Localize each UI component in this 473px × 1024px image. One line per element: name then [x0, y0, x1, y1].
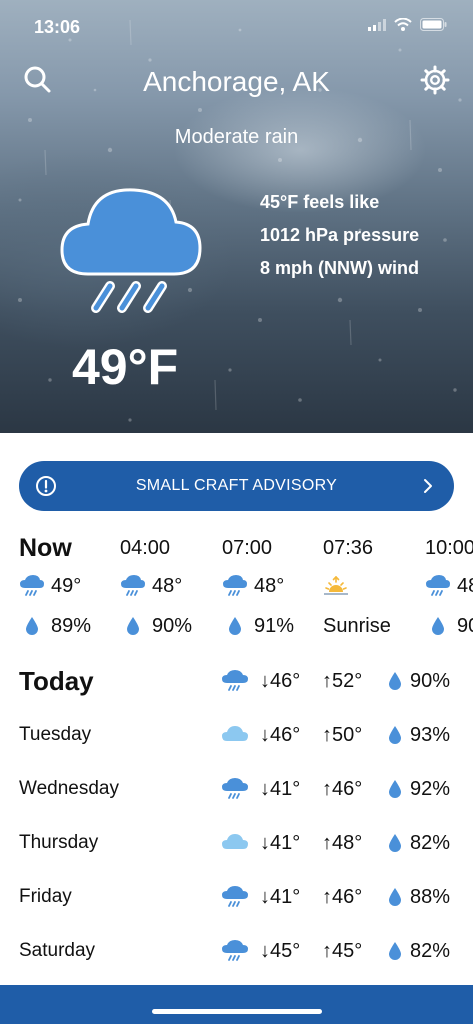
current-details: 45°F feels like 1012 hPa pressure 8 mph … [260, 186, 419, 285]
hour-time: 07:36 [323, 537, 374, 559]
hour-precip: 91% [254, 614, 295, 637]
hour-column: Now 49° 89% [19, 530, 119, 646]
signal-icon [368, 18, 386, 31]
day-row[interactable]: Tuesday ↓46° ↑50° 93% [0, 708, 473, 762]
status-icons [368, 18, 447, 31]
day-high: ↑50° [322, 724, 363, 746]
raindrop-icon [26, 617, 38, 635]
day-name: Today [19, 666, 94, 696]
rain-icon [20, 575, 44, 596]
rain-icon [222, 778, 248, 799]
day-high: ↑52° [322, 670, 363, 692]
top-bar: Anchorage, AK [0, 62, 473, 102]
advisory-label: SMALL CRAFT ADVISORY [135, 477, 338, 494]
hour-precip: 90% [152, 614, 193, 637]
weather-hero: 13:06 Anchorage, AK Moderate rain 45°F f… [0, 0, 473, 433]
alert-icon [36, 476, 56, 496]
sunrise-icon [324, 576, 348, 595]
rain-icon [426, 575, 450, 596]
hour-time: 10:00 [425, 537, 473, 559]
day-precip: 88% [410, 886, 451, 908]
home-indicator[interactable] [152, 1009, 322, 1014]
hour-temp: 48° [254, 574, 285, 597]
day-low: ↓41° [260, 832, 301, 854]
day-row[interactable]: Wednesday ↓41° ↑46° 92% [0, 762, 473, 816]
hour-temp: 48° [457, 574, 473, 597]
day-low: ↓46° [260, 724, 301, 746]
day-low: ↓45° [260, 940, 301, 962]
day-low: ↓46° [260, 670, 301, 692]
rain-icon [222, 940, 248, 961]
hour-column: 04:00 48° 90% [120, 530, 220, 646]
hour-precip: 90% [457, 614, 473, 637]
day-high: ↑46° [322, 886, 363, 908]
rain-icon [222, 886, 248, 907]
hour-column: 07:36 Sunrise [323, 530, 423, 646]
day-name: Thursday [19, 832, 99, 853]
day-low: ↓41° [260, 886, 301, 908]
hour-column: 10:00 48° 90% [425, 530, 473, 646]
hour-time: Now [19, 534, 72, 562]
rain-icon [223, 575, 247, 596]
day-high: ↑46° [322, 778, 363, 800]
day-low: ↓41° [260, 778, 301, 800]
day-precip: 92% [410, 778, 451, 800]
wifi-icon [394, 18, 412, 31]
status-bar: 13:06 [0, 0, 473, 50]
cloud-icon [222, 726, 248, 741]
day-row[interactable]: Friday ↓41° ↑46° 88% [0, 870, 473, 924]
pressure: 1012 hPa pressure [260, 225, 420, 245]
cloud-icon [222, 834, 248, 849]
city-name[interactable]: Anchorage, AK [0, 66, 473, 98]
hour-temp: 49° [51, 574, 82, 597]
hour-time: 04:00 [120, 537, 171, 559]
day-name: Friday [19, 886, 72, 907]
day-precip: 82% [410, 832, 451, 854]
raindrop-icon [389, 888, 401, 906]
day-precip: 93% [410, 724, 451, 746]
hour-precip: Sunrise [323, 614, 391, 637]
rain-icon [222, 670, 248, 691]
rain-icon [121, 575, 145, 596]
rain-cloud-icon [60, 188, 202, 313]
status-time: 13:06 [34, 17, 81, 37]
raindrop-icon [389, 780, 401, 798]
wind: 8 mph (NNW) wind [260, 258, 419, 278]
chevron-right-icon [424, 479, 432, 493]
advisory-banner[interactable]: SMALL CRAFT ADVISORY [19, 461, 454, 511]
raindrop-icon [432, 617, 444, 635]
hour-column: 07:00 48° 91% [222, 530, 322, 646]
day-name: Wednesday [19, 778, 119, 799]
raindrop-icon [389, 942, 401, 960]
raindrop-icon [389, 834, 401, 852]
day-row[interactable]: Today ↓46° ↑52° 90% [0, 654, 473, 708]
bottom-bar [0, 985, 473, 1024]
raindrop-icon [389, 672, 401, 690]
current-condition: Moderate rain [174, 126, 299, 148]
hour-time: 07:00 [222, 537, 273, 559]
battery-icon [420, 18, 447, 31]
settings-button[interactable] [419, 64, 451, 96]
hourly-forecast[interactable]: Now 49° 89% 04:00 48° 90% 07:00 48° 91% [0, 530, 473, 650]
hour-precip: 89% [51, 614, 92, 637]
feels-like: 45°F feels like [260, 192, 380, 212]
day-precip: 82% [410, 940, 451, 962]
raindrop-icon [389, 726, 401, 744]
raindrop-icon [127, 617, 139, 635]
raindrop-icon [229, 617, 241, 635]
hour-temp: 48° [152, 574, 183, 597]
day-name: Tuesday [19, 724, 92, 745]
day-name: Saturday [19, 940, 96, 961]
day-high: ↑45° [322, 940, 363, 962]
day-precip: 90% [410, 670, 451, 692]
gear-icon [420, 65, 450, 95]
current-temperature: 49°F [72, 339, 179, 395]
day-high: ↑48° [322, 832, 363, 854]
day-row[interactable]: Thursday ↓41° ↑48° 82% [0, 816, 473, 870]
day-row[interactable]: Saturday ↓45° ↑45° 82% [0, 924, 473, 978]
